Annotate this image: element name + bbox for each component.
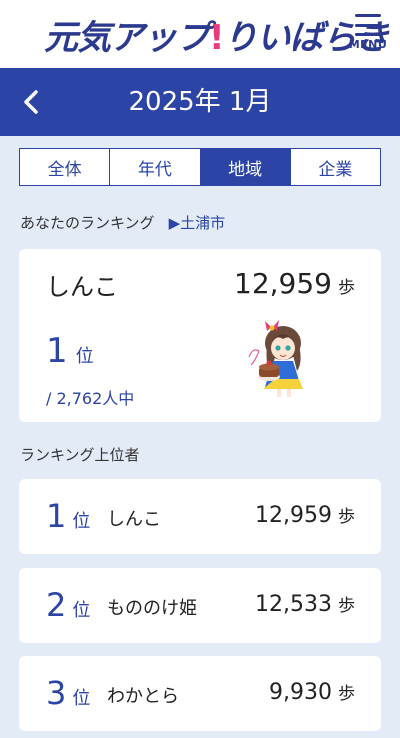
row-rank: 1位 <box>46 497 90 535</box>
steps-unit: 歩 <box>338 507 355 527</box>
rank-number: 1 <box>46 497 67 535</box>
my-steps-unit: 歩 <box>338 278 355 298</box>
my-name: しんこ <box>46 273 118 301</box>
steps-unit: 歩 <box>338 684 355 704</box>
mascot-avatar <box>248 320 303 397</box>
my-ranking-section-label: あなたのランキング ▶土浦市 <box>20 212 225 233</box>
app-header: 元気アップ!りいばらき MENU <box>0 0 400 68</box>
rank-number: 2 <box>46 586 67 624</box>
rank-unit: 位 <box>72 511 91 532</box>
row-name: わかとら <box>107 686 179 707</box>
top-ranking-section-label: ランキング上位者 <box>20 446 140 464</box>
ranking-row-2[interactable]: 2位 もののけ姫 12,533 歩 <box>19 568 381 643</box>
tab-overall[interactable]: 全体 <box>20 149 111 185</box>
row-steps: 12,959 歩 <box>255 502 355 528</box>
steps-value: 12,533 <box>255 592 332 617</box>
menu-label: MENU <box>348 38 388 51</box>
tab-age[interactable]: 年代 <box>110 149 201 185</box>
rank-number: 3 <box>46 674 67 712</box>
ranking-tabs: 全体 年代 地域 企業 <box>19 148 381 186</box>
tab-company[interactable]: 企業 <box>291 149 380 185</box>
row-name: もののけ姫 <box>107 598 197 619</box>
my-rank-unit: 位 <box>75 346 94 367</box>
rank-unit: 位 <box>72 688 91 709</box>
row-rank: 3位 <box>46 674 90 712</box>
region-link[interactable]: ▶土浦市 <box>169 214 226 232</box>
title-bar: 2025年 1月 <box>0 68 400 136</box>
tab-region[interactable]: 地域 <box>200 149 291 185</box>
steps-unit: 歩 <box>338 596 355 616</box>
my-steps-value: 12,959 <box>234 267 332 300</box>
menu-button[interactable]: MENU <box>348 14 388 58</box>
rank-unit: 位 <box>72 600 91 621</box>
period-title: 2025年 1月 <box>128 87 272 117</box>
my-rank-number: 1 <box>46 331 68 371</box>
ranking-row-1[interactable]: 1位 しんこ 12,959 歩 <box>19 479 381 554</box>
steps-value: 12,959 <box>255 503 332 528</box>
my-ranking-card: しんこ 12,959 歩 1位 / 2,762人中 <box>19 249 381 422</box>
hamburger-icon <box>355 14 381 36</box>
my-rank: 1位 <box>46 331 94 371</box>
row-rank: 2位 <box>46 586 90 624</box>
row-steps: 12,533 歩 <box>255 591 355 617</box>
my-steps: 12,959 歩 <box>234 267 355 300</box>
row-steps: 9,930 歩 <box>269 679 355 705</box>
logo-exclamation: ! <box>209 17 224 58</box>
steps-value: 9,930 <box>269 680 332 705</box>
ranking-row-3[interactable]: 3位 わかとら 9,930 歩 <box>19 656 381 731</box>
logo-main-text: 元気アップ <box>44 17 210 58</box>
row-name: しんこ <box>107 509 161 530</box>
app-logo[interactable]: 元気アップ!りいばらき <box>44 4 390 64</box>
my-rank-total: / 2,762人中 <box>46 389 135 408</box>
my-ranking-heading: あなたのランキング <box>20 214 155 232</box>
